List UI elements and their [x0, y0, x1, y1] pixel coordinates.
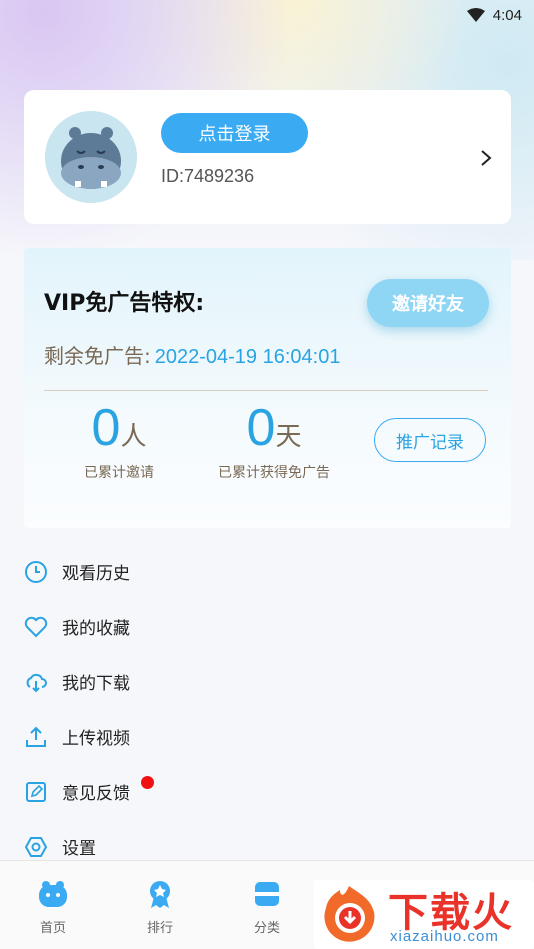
invited-unit: 人: [120, 422, 147, 452]
menu-item-label: 意见反馈: [62, 784, 130, 804]
hippo-home-icon: [39, 881, 67, 907]
menu-item-upload[interactable]: 上传视频: [0, 709, 534, 764]
invite-friends-button[interactable]: 邀请好友: [367, 279, 489, 327]
status-bar: 4:04: [0, 0, 534, 30]
tab-label: 分类: [253, 921, 280, 936]
promotion-record-button[interactable]: 推广记录: [374, 418, 486, 462]
login-button[interactable]: 点击登录: [161, 113, 308, 153]
days-label: 已累计获得免广告: [218, 465, 330, 481]
watermark-url: xiazaihuo.com: [390, 928, 499, 945]
category-icon: [255, 882, 279, 906]
divider: [44, 390, 488, 391]
invited-label: 已累计邀请: [84, 465, 154, 481]
chevron-right-icon[interactable]: [479, 148, 493, 168]
clock-icon: [25, 560, 47, 583]
wifi-icon: [466, 8, 485, 22]
profile-card[interactable]: 点击登录 ID:7489236: [24, 90, 511, 224]
cloud-download-icon: [26, 673, 47, 692]
invited-stat: 0人 已累计邀请: [64, 398, 174, 482]
menu-item-feedback[interactable]: 意见反馈: [0, 764, 534, 819]
remaining-ad-free: 剩余免广告: 2022-04-19 16:04:01: [44, 340, 340, 369]
tab-home[interactable]: 首页: [23, 879, 83, 936]
tab-category[interactable]: 分类: [237, 879, 297, 936]
remaining-label: 剩余免广告:: [44, 344, 151, 368]
menu-item-label: 设置: [62, 839, 96, 859]
tab-ranking[interactable]: 排行: [130, 879, 190, 936]
settings-icon: [24, 836, 48, 857]
menu-item-label: 上传视频: [62, 729, 130, 749]
watermark-logo: 下载火 xiazaihuo.com: [314, 880, 534, 949]
heart-icon: [24, 616, 48, 637]
menu-item-label: 观看历史: [62, 564, 130, 584]
avatar[interactable]: [45, 111, 137, 203]
flame-download-icon: [324, 886, 375, 942]
edit-icon: [26, 781, 46, 802]
days-unit: 天: [275, 422, 302, 452]
hippo-avatar-icon: [45, 111, 137, 203]
notification-badge: [141, 776, 154, 789]
vip-card: VIP免广告特权: 邀请好友 剩余免广告: 2022-04-19 16:04:01…: [24, 248, 511, 528]
status-time: 4:04: [492, 6, 522, 24]
menu-item-history[interactable]: 观看历史: [0, 544, 534, 599]
award-icon: [150, 881, 170, 908]
invited-count: 0: [91, 399, 121, 457]
menu-item-favorites[interactable]: 我的收藏: [0, 599, 534, 654]
days-count: 0: [246, 399, 276, 457]
tab-label: 首页: [39, 921, 66, 936]
menu-item-label: 我的收藏: [62, 619, 130, 639]
menu-item-downloads[interactable]: 我的下载: [0, 654, 534, 709]
menu-item-label: 我的下载: [62, 674, 130, 694]
days-stat: 0天 已累计获得免广告: [204, 398, 344, 482]
tab-label: 排行: [146, 921, 173, 936]
menu-list: 观看历史 我的收藏 我的下载 上传视频 意见反馈 设置: [0, 544, 534, 874]
user-id: ID:7489236: [161, 166, 255, 186]
remaining-date: 2022-04-19 16:04:01: [154, 346, 341, 368]
vip-title: VIP免广告特权:: [44, 291, 205, 316]
upload-icon: [26, 726, 46, 747]
